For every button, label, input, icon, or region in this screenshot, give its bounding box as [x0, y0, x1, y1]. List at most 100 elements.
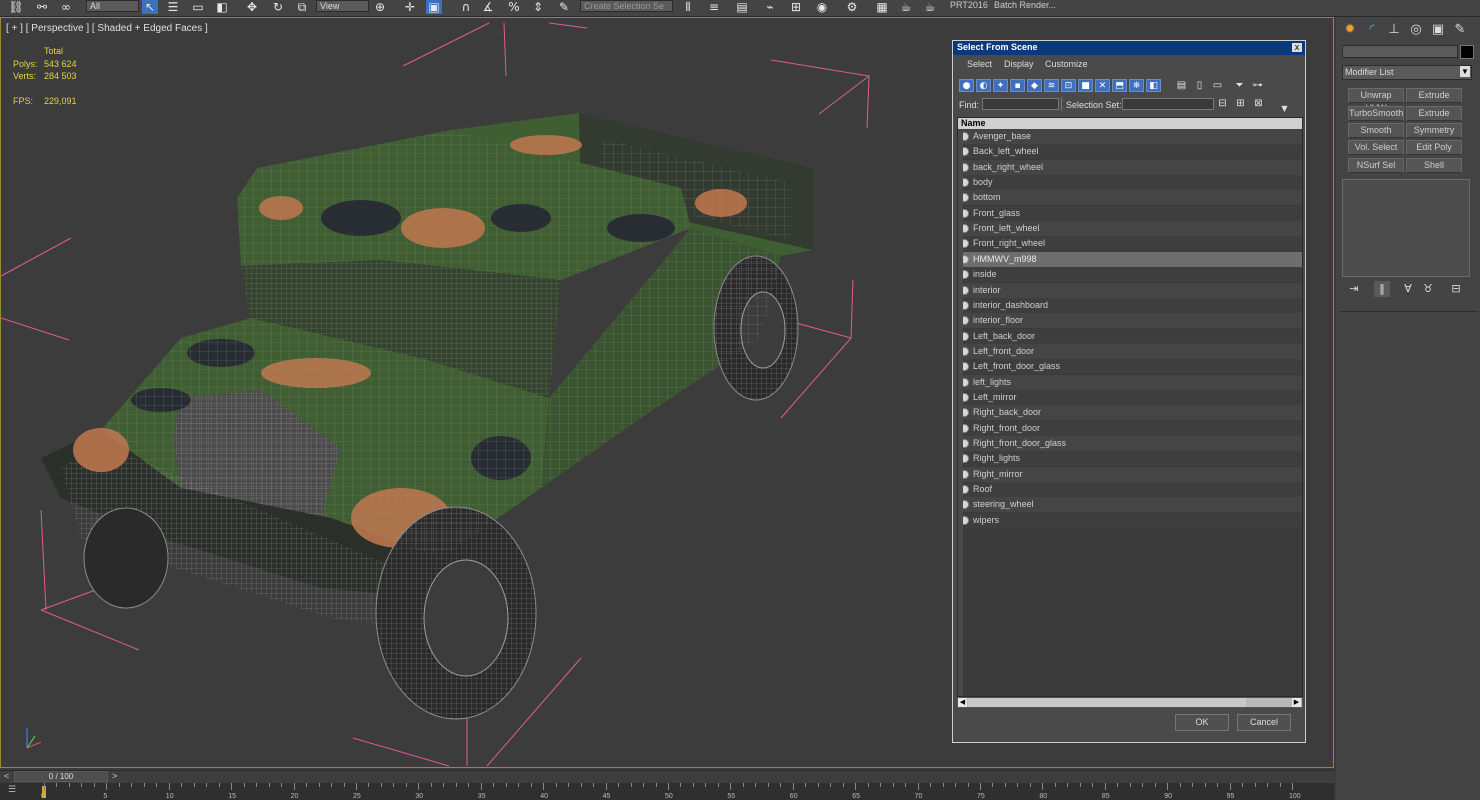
modifier-stack-list[interactable] [1342, 179, 1470, 277]
display-cameras-icon[interactable]: ▪ [1010, 79, 1025, 92]
modifier-button-shell[interactable]: Shell [1406, 158, 1462, 173]
modifier-list-dropdown[interactable]: Modifier List [1342, 65, 1472, 80]
selection-set-dropdown[interactable] [1122, 98, 1214, 110]
window-crossing-icon[interactable]: ◧ [214, 0, 230, 14]
menu-select[interactable]: Select [967, 59, 992, 69]
next-frame-button[interactable]: > [112, 771, 117, 781]
snap-toggle-icon[interactable]: ∩ [458, 0, 474, 14]
list-item[interactable]: Right_lights [958, 451, 1302, 467]
render-setup-icon[interactable]: ⚙ [844, 0, 860, 14]
list-item[interactable]: inside [958, 267, 1302, 283]
display-helpers-icon[interactable]: ◆ [1027, 79, 1042, 92]
reference-coordinate-dropdown[interactable]: View [316, 0, 369, 12]
list-item[interactable]: back_right_wheel [958, 159, 1302, 175]
show-end-result-icon[interactable]: ‖ [1374, 281, 1390, 297]
close-icon[interactable]: x [1292, 43, 1302, 52]
select-by-name-icon[interactable]: ☰ [165, 0, 181, 14]
menu-customize[interactable]: Customize [1045, 59, 1088, 69]
schematic-view-icon[interactable]: ⊞ [788, 0, 804, 14]
configure-modifier-sets-icon[interactable]: ⊟ [1448, 281, 1464, 297]
mirror-icon[interactable]: ⫴ [680, 0, 696, 14]
display-hidden-icon[interactable]: ◧ [1146, 79, 1161, 92]
spinner-snap-icon[interactable]: ⇕ [530, 0, 546, 14]
modifier-button-smooth[interactable]: Smooth [1348, 123, 1404, 138]
display-containers-icon[interactable]: ⬒ [1112, 79, 1127, 92]
name-column-header[interactable]: Name [958, 118, 1302, 129]
list-item[interactable]: Front_glass [958, 205, 1302, 221]
batch-render-button[interactable]: Batch Render... [994, 0, 1056, 10]
list-item[interactable]: wipers [958, 512, 1302, 528]
ok-button[interactable]: OK [1175, 714, 1229, 731]
bind-space-warp-icon[interactable]: ∞ [58, 0, 74, 14]
viewport-label[interactable]: [ + ] [ Perspective ] [ Shaded + Edged F… [6, 23, 208, 34]
previous-frame-button[interactable]: < [4, 771, 9, 781]
pin-stack-icon[interactable]: ⇥ [1346, 281, 1362, 297]
object-color-swatch[interactable] [1460, 45, 1474, 59]
layer-manager-icon[interactable]: ▤ [734, 0, 750, 14]
pivot-center-icon[interactable]: ⊕ [372, 0, 388, 14]
list-item[interactable]: Front_left_wheel [958, 221, 1302, 237]
filter-icon[interactable]: ⏷ [1233, 79, 1246, 92]
object-name-field[interactable] [1342, 45, 1458, 58]
render-production-icon[interactable]: ☕ [898, 0, 914, 14]
list-item[interactable]: Right_front_door [958, 420, 1302, 436]
modify-tab-icon[interactable]: ◜ [1364, 22, 1380, 38]
render-preset-label[interactable]: PRT2016 [950, 0, 988, 10]
list-item[interactable]: Right_back_door [958, 405, 1302, 421]
display-none-icon[interactable]: ▯ [1193, 79, 1206, 92]
dialog-title-bar[interactable]: Select From Scene x [953, 41, 1305, 55]
list-item[interactable]: Roof [958, 482, 1302, 498]
keyboard-shortcut-icon[interactable]: ▣ [426, 0, 442, 14]
remove-selection-set-icon[interactable]: ⊠ [1252, 97, 1265, 110]
list-item[interactable]: Front_right_wheel [958, 236, 1302, 252]
scene-object-list[interactable]: Name Avenger_base Back_left_wheel back_rig… [957, 117, 1303, 697]
list-item[interactable]: bottom [958, 190, 1302, 206]
menu-display[interactable]: Display [1004, 59, 1034, 69]
display-shapes-icon[interactable]: ◐ [976, 79, 991, 92]
list-item[interactable]: Left_front_door [958, 343, 1302, 359]
make-unique-icon[interactable]: ∀ [1400, 281, 1416, 297]
display-geometry-icon[interactable]: ● [959, 79, 974, 92]
filter-settings-icon[interactable]: ⊶ [1251, 79, 1264, 92]
cancel-button[interactable]: Cancel [1237, 714, 1291, 731]
add-selection-set-icon[interactable]: ⊞ [1234, 97, 1247, 110]
scroll-left-icon[interactable]: ◀ [958, 698, 967, 707]
list-item[interactable]: interior_floor [958, 313, 1302, 329]
scroll-right-icon[interactable]: ▶ [1292, 698, 1301, 707]
list-item[interactable]: HMMWV_m998 [958, 251, 1302, 267]
render-iterative-icon[interactable]: ☕ [922, 0, 938, 14]
move-icon[interactable]: ✥ [244, 0, 260, 14]
remove-modifier-icon[interactable]: ♉ [1420, 281, 1436, 297]
select-link-icon[interactable]: ⛓ [8, 0, 24, 14]
list-item[interactable]: left_lights [958, 374, 1302, 390]
display-groups-icon[interactable]: ⊡ [1061, 79, 1076, 92]
align-icon[interactable]: ≡ [706, 0, 722, 14]
modifier-list-chevron-down-icon[interactable]: ▼ [1460, 66, 1470, 77]
display-invert-icon[interactable]: ▭ [1211, 79, 1224, 92]
create-tab-icon[interactable]: ✹ [1342, 22, 1358, 38]
rotate-icon[interactable]: ↻ [270, 0, 286, 14]
modifier-button-nsurf-sel[interactable]: NSurf Sel [1348, 158, 1404, 173]
mini-curve-editor-icon[interactable]: ☰ [8, 785, 16, 795]
named-selection-sets-field[interactable]: Create Selection Se [580, 0, 673, 12]
modifier-button-turbosmooth[interactable]: TurboSmooth [1348, 106, 1404, 121]
manipulate-icon[interactable]: ✛ [402, 0, 418, 14]
motion-tab-icon[interactable]: ◎ [1408, 22, 1424, 38]
edit-named-selection-icon[interactable]: ✎ [556, 0, 572, 14]
material-editor-icon[interactable]: ◉ [814, 0, 830, 14]
utilities-tab-icon[interactable]: ✎ [1452, 22, 1468, 38]
rectangle-selection-icon[interactable]: ▭ [190, 0, 206, 14]
modifier-button-extrude-2[interactable]: Extrude [1406, 106, 1462, 121]
modifier-button-unwrap-uvw[interactable]: Unwrap UVW [1348, 88, 1404, 113]
display-all-icon[interactable]: ▤ [1175, 79, 1188, 92]
list-item[interactable]: Left_back_door [958, 328, 1302, 344]
list-item[interactable]: Avenger_base [958, 129, 1302, 144]
horizontal-scrollbar[interactable]: ◀ ▶ [957, 697, 1303, 708]
display-lights-icon[interactable]: ✦ [993, 79, 1008, 92]
list-item[interactable]: interior [958, 282, 1302, 298]
display-frozen-icon[interactable]: ❄ [1129, 79, 1144, 92]
display-bones-icon[interactable]: ✕ [1095, 79, 1110, 92]
selection-set-icon[interactable]: ⊟ [1216, 97, 1229, 110]
display-tab-icon[interactable]: ▣ [1430, 22, 1446, 38]
rendered-frame-window-icon[interactable]: ▦ [874, 0, 890, 14]
